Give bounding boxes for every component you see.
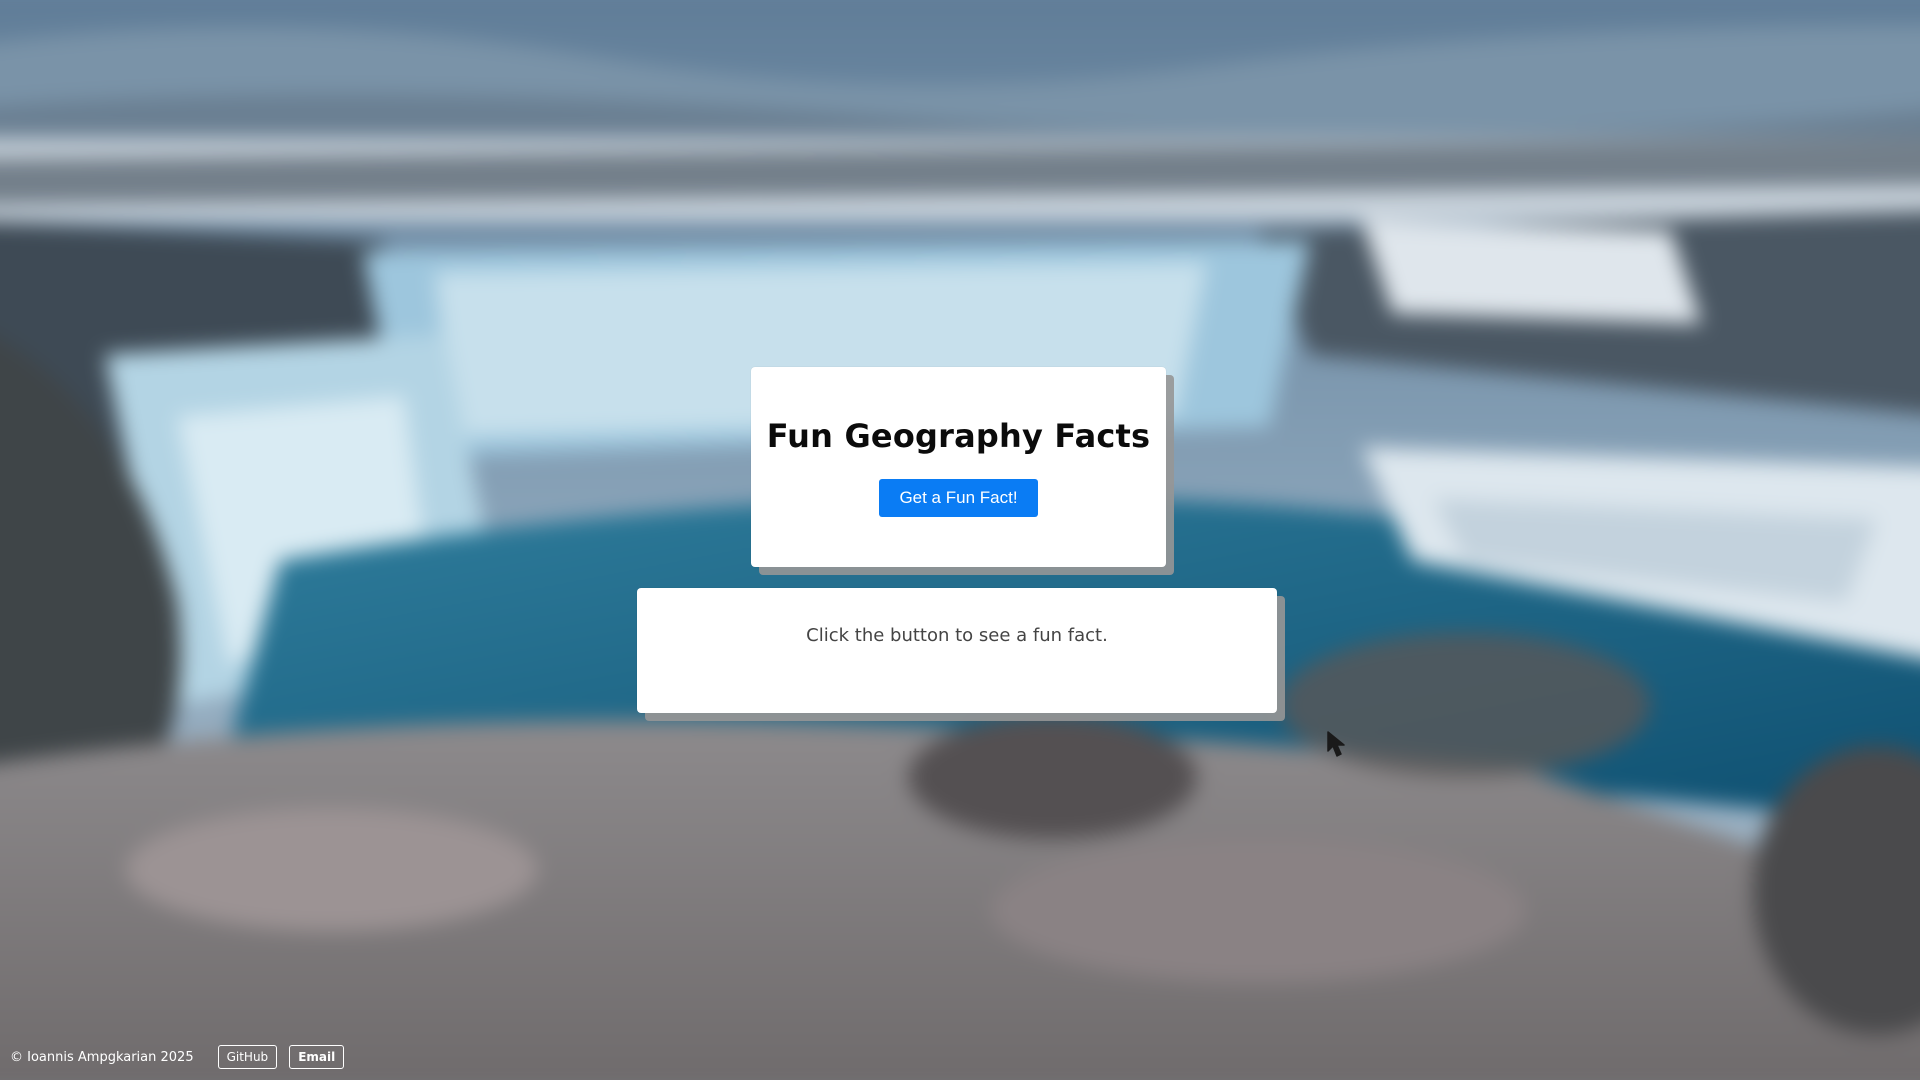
github-link[interactable]: GitHub: [217, 1045, 278, 1069]
page-title: Fun Geography Facts: [766, 417, 1151, 455]
footer: © Ioannis Ampgkarian 2025 GitHub Email: [10, 1044, 356, 1070]
copyright-text: © Ioannis Ampgkarian 2025: [10, 1049, 194, 1065]
title-card: Fun Geography Facts Get a Fun Fact!: [751, 367, 1166, 567]
fact-card: Click the button to see a fun fact.: [637, 588, 1277, 713]
page: Fun Geography Facts Get a Fun Fact! Clic…: [0, 0, 1920, 1080]
fact-text: Click the button to see a fun fact.: [806, 625, 1108, 646]
email-link[interactable]: Email: [289, 1045, 345, 1069]
mouse-cursor-icon: [1327, 731, 1345, 757]
get-fun-fact-button[interactable]: Get a Fun Fact!: [879, 479, 1038, 517]
